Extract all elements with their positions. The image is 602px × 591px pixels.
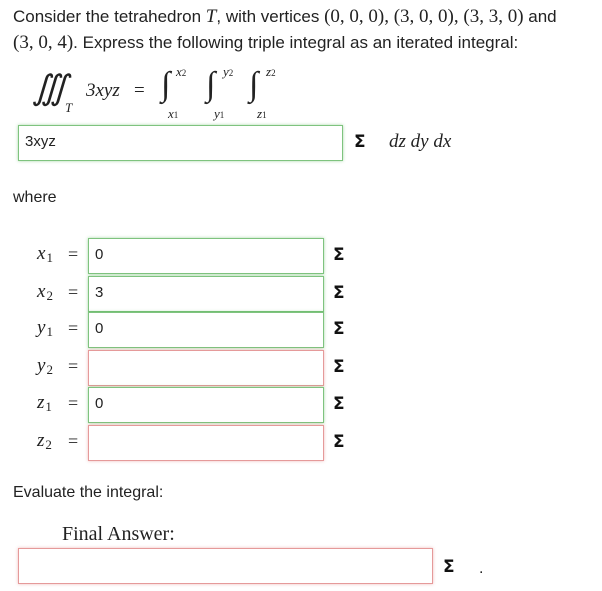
equals-sign: =	[68, 282, 79, 302]
bound-label-x1: x1	[37, 243, 53, 265]
equals-sign: =	[68, 356, 79, 376]
sigma-icon[interactable]: Σ	[443, 557, 455, 577]
bound-input-value: 0	[95, 320, 104, 337]
lower-limit-y: y1	[214, 106, 225, 121]
sigma-icon[interactable]: Σ	[354, 132, 366, 152]
lower-limit-z: z1	[257, 106, 267, 121]
integral-y-symbol: ∫	[206, 66, 216, 103]
triple-integral-expression: ∭ T 3xyz = ∫ x2 x1 ∫ y2 y1 ∫ z2 z1	[26, 62, 326, 122]
bound-input-value: 0	[95, 246, 104, 263]
final-answer-label: Final Answer:	[62, 523, 175, 545]
sigma-icon[interactable]: Σ	[333, 357, 345, 377]
integrand-text: 3xyz	[86, 80, 120, 101]
sigma-icon[interactable]: Σ	[333, 432, 345, 452]
bound-input-z2[interactable]	[88, 425, 324, 461]
differentials: dz dy dx	[389, 131, 452, 152]
upper-limit-y: y2	[223, 64, 234, 79]
upper-limit-z: z2	[266, 64, 276, 79]
bound-input-value: 3	[95, 284, 104, 301]
equals-sign: =	[134, 80, 145, 101]
region-label: T	[65, 100, 73, 115]
equals-sign: =	[68, 244, 79, 264]
bound-input-y1[interactable]: 0	[88, 312, 324, 348]
lower-limit-x: x1	[168, 106, 179, 121]
sigma-icon[interactable]: Σ	[333, 319, 345, 339]
final-answer-input[interactable]	[18, 548, 433, 584]
upper-limit-x: x2	[176, 64, 187, 79]
bound-input-z1[interactable]: 0	[88, 387, 324, 423]
bound-label-x2: x2	[37, 281, 53, 303]
triple-integral-symbol: ∭	[32, 70, 68, 107]
evaluate-label: Evaluate the integral:	[13, 484, 164, 501]
bound-label-z2: z2	[37, 430, 52, 452]
sigma-icon[interactable]: Σ	[333, 245, 345, 265]
bound-input-x2[interactable]: 3	[88, 276, 324, 312]
sigma-icon[interactable]: Σ	[333, 394, 345, 414]
sigma-icon[interactable]: Σ	[333, 283, 345, 303]
integral-z-symbol: ∫	[249, 66, 259, 103]
bound-label-y2: y2	[37, 355, 53, 377]
equals-sign: =	[68, 393, 79, 413]
where-label: where	[13, 189, 57, 206]
integrand-input[interactable]: 3xyz	[18, 125, 343, 161]
integrand-input-value: 3xyz	[25, 133, 56, 150]
equals-sign: =	[68, 318, 79, 338]
bound-label-z1: z1	[37, 392, 52, 414]
bound-input-x1[interactable]: 0	[88, 238, 324, 274]
bound-input-value: 0	[95, 395, 104, 412]
period-mark: .	[479, 560, 484, 577]
bound-input-y2[interactable]	[88, 350, 324, 386]
equals-sign: =	[68, 431, 79, 451]
question-text: Consider the tetrahedron T, with vertice…	[13, 6, 557, 53]
bound-label-y1: y1	[37, 317, 53, 339]
integral-x-symbol: ∫	[161, 66, 171, 103]
